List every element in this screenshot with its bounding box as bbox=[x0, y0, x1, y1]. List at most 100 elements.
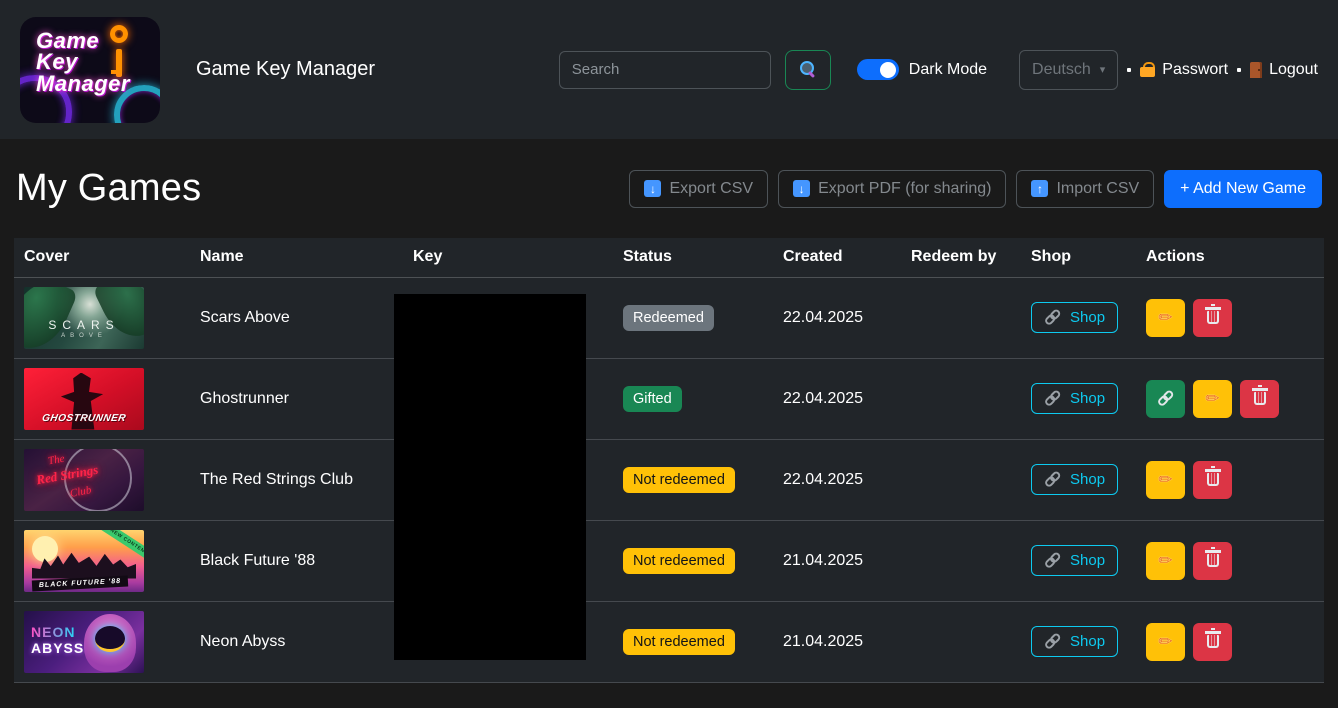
table-row: BLACK FUTURE '88NEW CONTENT Black Future… bbox=[14, 520, 1324, 601]
password-label: Passwort bbox=[1162, 61, 1228, 79]
name-cell: The Red Strings Club bbox=[190, 439, 403, 520]
export-pdf-button[interactable]: ↓ Export PDF (for sharing) bbox=[778, 170, 1006, 208]
lock-icon bbox=[1140, 62, 1155, 77]
cover-cell: NEONABYSS bbox=[14, 601, 190, 682]
shop-button-label: Shop bbox=[1070, 390, 1105, 407]
status-badge: Not redeemed bbox=[623, 548, 735, 574]
column-header: Status bbox=[613, 238, 773, 277]
navbar: Game Key Manager Game Key Manager Dark M… bbox=[0, 0, 1338, 139]
pencil-icon: ✏ bbox=[1158, 470, 1172, 490]
language-dropdown[interactable]: Deutsch ▾ bbox=[1019, 50, 1118, 90]
actions-cell: ✏ bbox=[1136, 520, 1324, 601]
trash-icon bbox=[1207, 554, 1219, 567]
name-cell: Ghostrunner bbox=[190, 358, 403, 439]
toggle-knob bbox=[880, 62, 896, 78]
cover-art-text: Club bbox=[69, 484, 92, 500]
table-row: GHOSTRUNNER Ghostrunner Gifted 22.04.202… bbox=[14, 358, 1324, 439]
column-header: Created bbox=[773, 238, 901, 277]
shop-button[interactable]: Shop bbox=[1031, 464, 1118, 495]
actions-cell: ✏ bbox=[1136, 277, 1324, 358]
pencil-icon: ✏ bbox=[1158, 632, 1172, 652]
cover-art-text: ABYSS bbox=[31, 640, 84, 656]
game-cover: BLACK FUTURE '88NEW CONTENT bbox=[24, 530, 144, 592]
edit-button[interactable]: ✏ bbox=[1146, 623, 1185, 661]
shop-button[interactable]: Shop bbox=[1031, 383, 1118, 414]
logout-label: Logout bbox=[1269, 61, 1318, 79]
created-cell: 22.04.2025 bbox=[773, 277, 901, 358]
redeem-by-cell bbox=[901, 601, 1021, 682]
trash-icon bbox=[1254, 392, 1266, 405]
main-content: My Games ↓ Export CSV ↓ Export PDF (for … bbox=[0, 139, 1338, 683]
dark-mode-toggle[interactable] bbox=[857, 59, 899, 80]
search-icon bbox=[799, 61, 816, 78]
shop-button[interactable]: Shop bbox=[1031, 302, 1118, 333]
cover-cell: GHOSTRUNNER bbox=[14, 358, 190, 439]
delete-button[interactable] bbox=[1193, 461, 1232, 499]
password-link[interactable]: Passwort bbox=[1140, 61, 1228, 79]
status-badge: Gifted bbox=[623, 386, 682, 412]
pencil-icon: ✏ bbox=[1158, 308, 1172, 328]
actions-cell: ✏ bbox=[1136, 601, 1324, 682]
game-cover: NEONABYSS bbox=[24, 611, 144, 673]
cover-cell: SCARSABOVE bbox=[14, 277, 190, 358]
shop-cell: Shop bbox=[1021, 439, 1136, 520]
separator-dot bbox=[1237, 68, 1241, 72]
edit-button[interactable]: ✏ bbox=[1146, 299, 1185, 337]
link-icon bbox=[1043, 550, 1064, 571]
game-cover: GHOSTRUNNER bbox=[24, 368, 144, 430]
delete-button[interactable] bbox=[1193, 299, 1232, 337]
name-cell: Scars Above bbox=[190, 277, 403, 358]
import-csv-button[interactable]: ↑ Import CSV bbox=[1016, 170, 1154, 208]
add-new-game-button[interactable]: + Add New Game bbox=[1164, 170, 1322, 208]
download-icon: ↓ bbox=[793, 180, 810, 197]
name-cell: Neon Abyss bbox=[190, 601, 403, 682]
status-cell: Not redeemed bbox=[613, 439, 773, 520]
game-name: The Red Strings Club bbox=[200, 471, 353, 488]
game-cover: TheRed StringsClub bbox=[24, 449, 144, 511]
shop-button-label: Shop bbox=[1070, 633, 1105, 650]
shop-button[interactable]: Shop bbox=[1031, 545, 1118, 576]
cover-cell: BLACK FUTURE '88NEW CONTENT bbox=[14, 520, 190, 601]
redeem-by-cell bbox=[901, 277, 1021, 358]
delete-button[interactable] bbox=[1240, 380, 1279, 418]
name-cell: Black Future '88 bbox=[190, 520, 403, 601]
status-badge: Not redeemed bbox=[623, 629, 735, 655]
game-cover: SCARSABOVE bbox=[24, 287, 144, 349]
link-button[interactable] bbox=[1146, 380, 1185, 418]
cover-art-text: ABOVE bbox=[24, 333, 144, 339]
cover-art-text: The bbox=[47, 452, 65, 467]
column-header: Actions bbox=[1136, 238, 1324, 277]
created-date: 22.04.2025 bbox=[783, 471, 863, 488]
export-csv-button[interactable]: ↓ Export CSV bbox=[629, 170, 768, 208]
pencil-icon: ✏ bbox=[1205, 389, 1219, 409]
table-row: NEONABYSS Neon Abyss Not redeemed 21.04.… bbox=[14, 601, 1324, 682]
games-table: CoverNameKeyStatusCreatedRedeem byShopAc… bbox=[14, 238, 1324, 683]
delete-button[interactable] bbox=[1193, 542, 1232, 580]
language-selected: Deutsch bbox=[1032, 61, 1091, 79]
cover-cell: TheRed StringsClub bbox=[14, 439, 190, 520]
logo-text: Game Key Manager bbox=[20, 17, 160, 95]
download-icon: ↓ bbox=[644, 180, 661, 197]
toolbar: ↓ Export CSV ↓ Export PDF (for sharing) … bbox=[629, 170, 1322, 208]
status-cell: Gifted bbox=[613, 358, 773, 439]
shop-button[interactable]: Shop bbox=[1031, 626, 1118, 657]
navbar-right: Dark Mode Deutsch ▾ Passwort Logout bbox=[559, 50, 1318, 90]
table-row: TheRed StringsClub The Red Strings Club … bbox=[14, 439, 1324, 520]
edit-button[interactable]: ✏ bbox=[1146, 542, 1185, 580]
edit-button[interactable]: ✏ bbox=[1193, 380, 1232, 418]
column-header: Shop bbox=[1021, 238, 1136, 277]
search-input[interactable] bbox=[559, 51, 771, 89]
shop-cell: Shop bbox=[1021, 601, 1136, 682]
status-cell: Not redeemed bbox=[613, 520, 773, 601]
edit-button[interactable]: ✏ bbox=[1146, 461, 1185, 499]
delete-button[interactable] bbox=[1193, 623, 1232, 661]
logout-link[interactable]: Logout bbox=[1250, 61, 1318, 79]
trash-icon bbox=[1207, 635, 1219, 648]
shop-cell: Shop bbox=[1021, 520, 1136, 601]
link-icon bbox=[1043, 307, 1064, 328]
page-title: My Games bbox=[16, 167, 201, 210]
redacted-key-block bbox=[394, 294, 586, 660]
column-header: Key bbox=[403, 238, 613, 277]
search-button[interactable] bbox=[785, 50, 831, 90]
cover-art-text: NEON bbox=[31, 624, 75, 640]
